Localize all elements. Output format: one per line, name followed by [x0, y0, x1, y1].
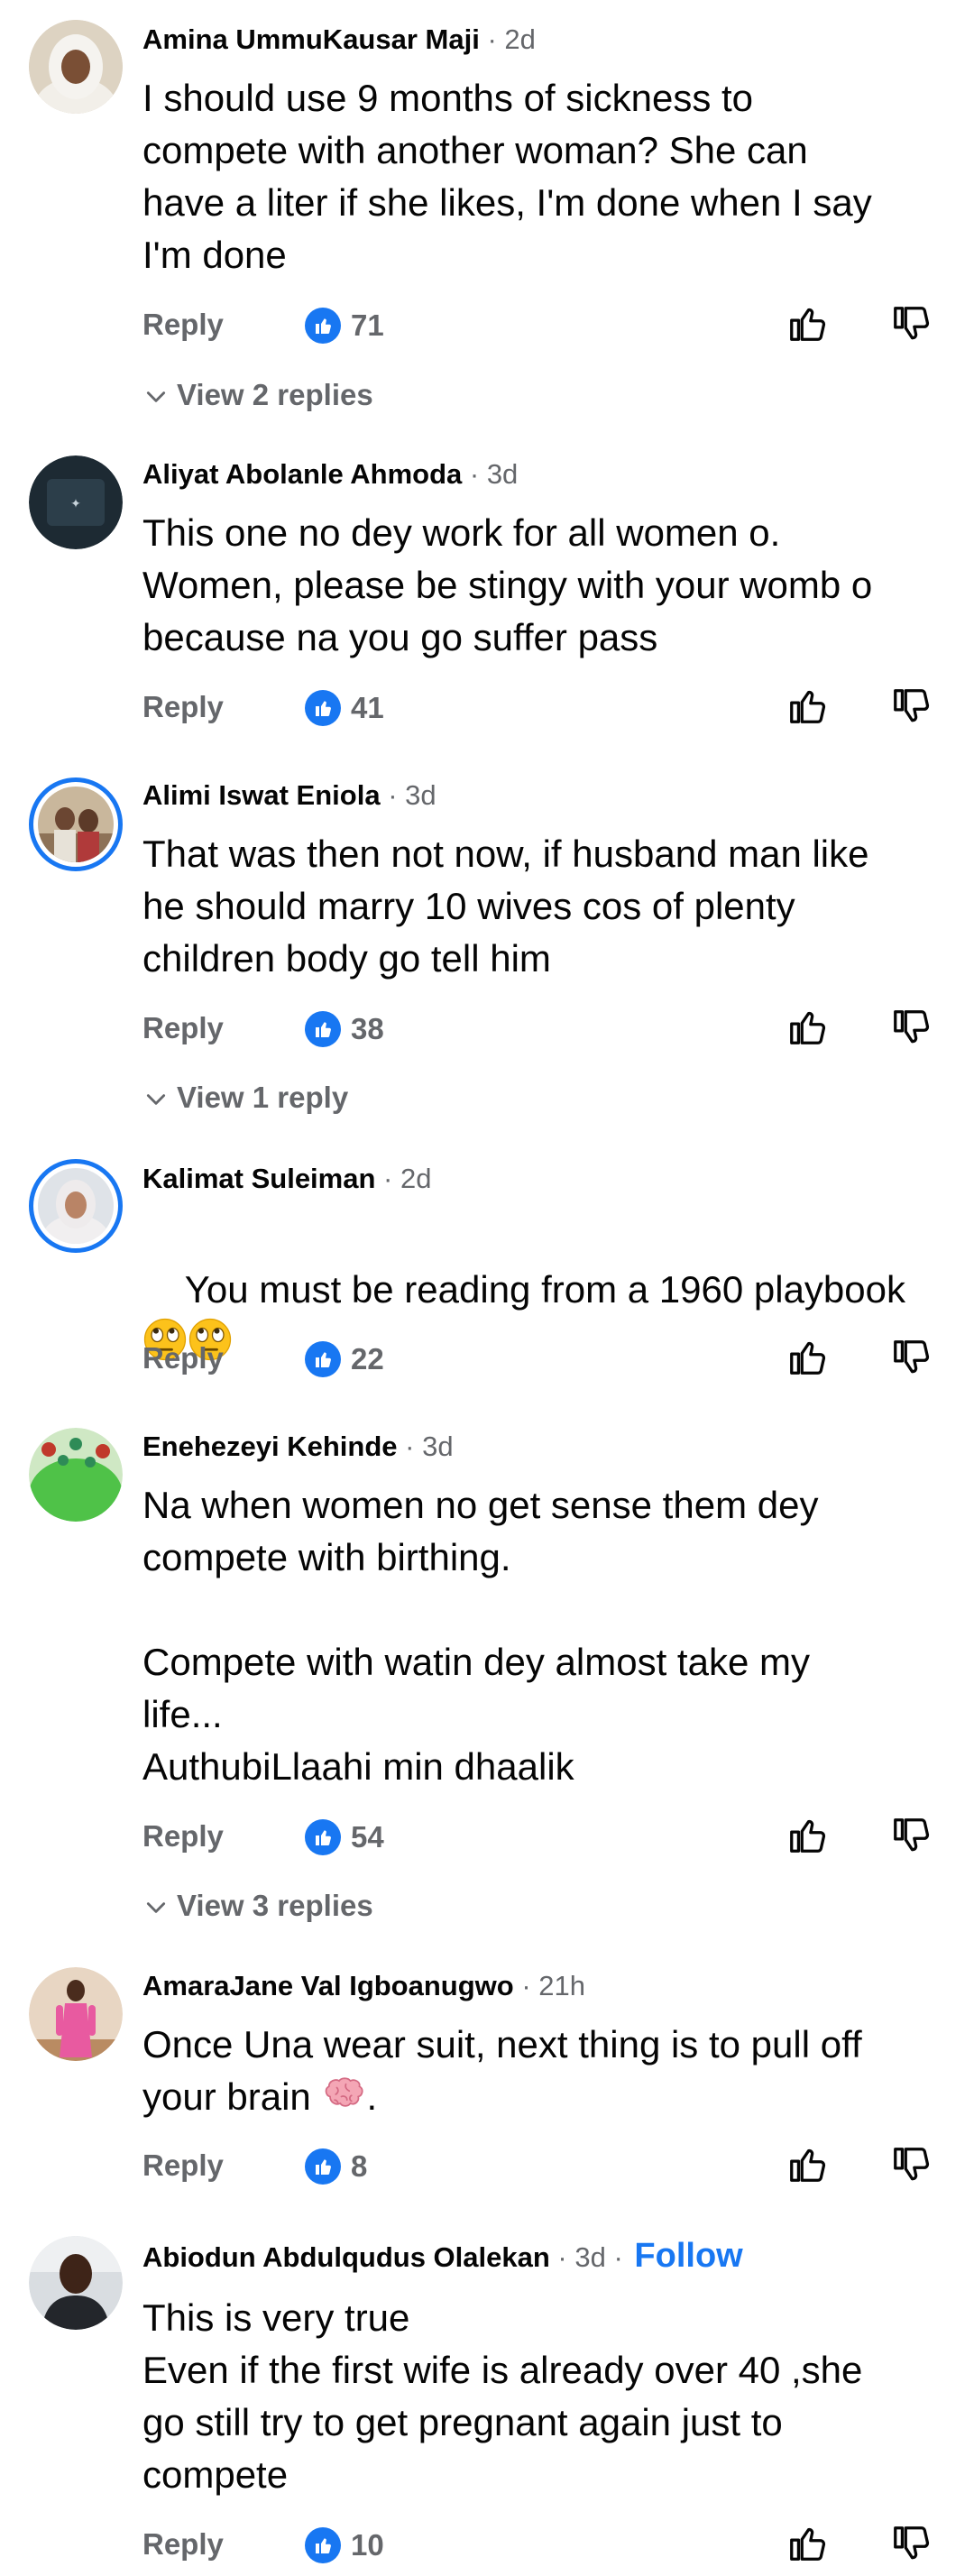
- reply-button[interactable]: Reply: [142, 1340, 224, 1376]
- avatar[interactable]: [29, 777, 123, 871]
- chevron-down-icon: [144, 1088, 168, 1111]
- like-count: 54: [351, 1820, 384, 1854]
- like-badge-icon: [305, 1819, 341, 1855]
- comment-time[interactable]: 3d: [487, 458, 518, 490]
- view-replies-button[interactable]: View 3 replies: [144, 1888, 373, 1924]
- chevron-down-icon: [144, 1896, 168, 1919]
- chevron-down-icon: [144, 385, 168, 409]
- view-replies-label: View 1 reply: [177, 1081, 349, 1114]
- like-count: 10: [351, 2528, 384, 2562]
- view-replies-button[interactable]: View 1 reply: [144, 1080, 348, 1116]
- like-count: 41: [351, 691, 384, 724]
- view-replies-label: View 2 replies: [177, 378, 373, 411]
- comment-text-tail: .: [366, 2075, 378, 2118]
- comment-text-content: Once Una wear suit, next thing is to pul…: [142, 2023, 862, 2118]
- like-count: 38: [351, 1012, 384, 1045]
- comment-author[interactable]: Alimi Iswat Eniola: [142, 779, 381, 811]
- comment-author[interactable]: Enehezeyi Kehinde: [142, 1431, 398, 1462]
- like-count: 71: [351, 308, 384, 342]
- comment-author[interactable]: AmaraJane Val Igboanugwo: [142, 1970, 514, 2001]
- reply-button[interactable]: Reply: [142, 2526, 224, 2562]
- comment-text: I should use 9 months of sickness to com…: [142, 77, 872, 276]
- brain-emoji: [321, 2072, 366, 2117]
- thumbs-up-icon[interactable]: [786, 303, 828, 345]
- reply-button[interactable]: Reply: [142, 1010, 224, 1046]
- thumbs-up-icon[interactable]: [786, 685, 828, 727]
- comment-author[interactable]: Amina UmmuKausar Maji: [142, 23, 480, 55]
- thumbs-up-icon[interactable]: [786, 2523, 828, 2564]
- avatar[interactable]: [29, 1159, 123, 1253]
- view-replies-label: View 3 replies: [177, 1889, 373, 1922]
- avatar[interactable]: ✦: [29, 455, 123, 549]
- comment-text: Once Una wear suit, next thing is to pul…: [142, 2019, 954, 2123]
- comment-time[interactable]: 3d: [422, 1431, 453, 1462]
- like-badge-icon: [305, 1341, 341, 1377]
- avatar[interactable]: [29, 2236, 123, 2330]
- comment-author[interactable]: Kalimat Suleiman: [142, 1163, 375, 1194]
- thumbs-down-icon[interactable]: [890, 1815, 932, 1856]
- comment-time[interactable]: 2d: [400, 1163, 431, 1194]
- comment-time[interactable]: 3d: [574, 2241, 605, 2273]
- thumbs-down-icon[interactable]: [890, 685, 932, 727]
- reply-button[interactable]: Reply: [142, 1818, 224, 1854]
- like-badge-icon: [305, 690, 341, 726]
- avatar[interactable]: [29, 20, 123, 114]
- view-replies-button[interactable]: View 2 replies: [144, 377, 373, 413]
- like-count: 8: [351, 2149, 368, 2183]
- comment-text: This one no dey work for all women o. Wo…: [142, 511, 873, 658]
- like-badge-icon: [305, 2148, 341, 2185]
- like-badge-icon: [305, 308, 341, 344]
- comment-text: Na when women no get sense them dey comp…: [142, 1484, 819, 1788]
- reply-button[interactable]: Reply: [142, 307, 224, 343]
- comment-text: This is very true Even if the first wife…: [142, 2296, 863, 2496]
- comment-author[interactable]: Aliyat Abolanle Ahmoda: [142, 458, 462, 490]
- thumbs-down-icon[interactable]: [890, 2523, 932, 2564]
- reply-button[interactable]: Reply: [142, 2148, 224, 2184]
- thumbs-up-icon[interactable]: [786, 2144, 828, 2185]
- like-badge-icon: [305, 1011, 341, 1047]
- comment-text: That was then not now, if husband man li…: [142, 833, 869, 980]
- comment-text-content: You must be reading from a 1960 playbook: [184, 1268, 905, 1311]
- comment-author[interactable]: Abiodun Abdulqudus Olalekan: [142, 2241, 550, 2273]
- follow-button[interactable]: Follow: [634, 2237, 742, 2275]
- thumbs-down-icon[interactable]: [890, 1337, 932, 1378]
- thumbs-down-icon[interactable]: [890, 2144, 932, 2185]
- comment-time[interactable]: 21h: [538, 1970, 585, 2001]
- comment-text: You must be reading from a 1960 playbook: [142, 1211, 954, 1421]
- thumbs-up-icon[interactable]: [786, 1007, 828, 1048]
- avatar[interactable]: [29, 1428, 123, 1522]
- comment-time[interactable]: 2d: [504, 23, 535, 55]
- avatar[interactable]: [29, 1967, 123, 2061]
- like-count: 22: [351, 1342, 384, 1375]
- thumbs-up-icon[interactable]: [786, 1815, 828, 1856]
- comment-time[interactable]: 3d: [405, 779, 436, 811]
- thumbs-down-icon[interactable]: [890, 1007, 932, 1048]
- thumbs-up-icon[interactable]: [786, 1337, 828, 1378]
- reply-button[interactable]: Reply: [142, 689, 224, 725]
- thumbs-down-icon[interactable]: [890, 303, 932, 345]
- like-badge-icon: [305, 2527, 341, 2563]
- svg-text:✦: ✦: [70, 497, 81, 511]
